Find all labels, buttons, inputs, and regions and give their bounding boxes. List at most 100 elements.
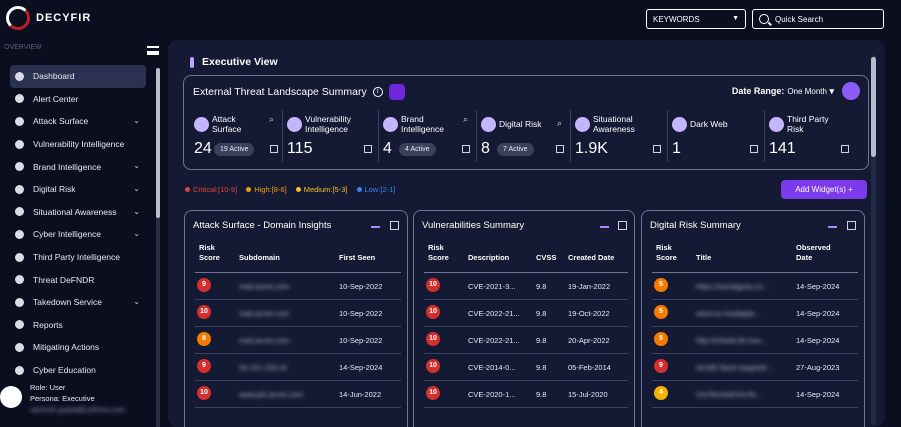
external-link-icon[interactable] <box>653 145 661 153</box>
sidebar-nav: Dashboard Alert Center Attack Surface ⌄ V… <box>10 65 146 381</box>
metric-value: 1.9K <box>575 140 608 157</box>
metric-value: 4 <box>383 140 392 157</box>
external-link-icon[interactable] <box>462 145 470 153</box>
metrics-row: Attack Surface ⌕ 24 19 Active Vulnerabili… <box>190 110 866 166</box>
metric-vulnerability-intelligence[interactable]: Vulnerability Intelligence 115 <box>283 110 379 162</box>
metric-label: Vulnerability Intelligence <box>305 114 351 134</box>
sidebar-item-cyber-intelligence[interactable]: Cyber Intelligence ⌄ <box>10 223 146 246</box>
table-row[interactable]: 5 https://socialgrep.co... 14-Sep-2024 <box>652 273 858 300</box>
minimize-icon[interactable] <box>371 226 380 228</box>
metric-third-party-risk[interactable]: Third Party Risk 141 <box>765 110 855 162</box>
sidebar-item-third-party-intelligence[interactable]: Third Party Intelligence <box>10 246 146 269</box>
caret-down-icon: ▼ <box>732 15 739 22</box>
chevron-down-icon: ⌄ <box>133 183 140 193</box>
external-link-icon[interactable] <box>556 145 564 153</box>
sidebar-item-label: Vulnerability Intelligence <box>33 139 125 150</box>
sidebar-item-mitigating-actions[interactable]: Mitigating Actions <box>10 336 146 359</box>
metric-attack-surface[interactable]: Attack Surface ⌕ 24 19 Active <box>190 110 283 162</box>
table-row[interactable]: 9 54.151.153.24 14-Sep-2024 <box>195 354 401 381</box>
sidebar-item-digital-risk[interactable]: Digital Risk ⌄ <box>10 178 146 201</box>
globe-icon <box>15 116 24 126</box>
active-badge: 7 Active <box>497 143 534 156</box>
table-row[interactable]: 10 CVE-2021-3... 9.8 19-Jan-2022 <box>424 273 628 300</box>
date-range[interactable]: Date Range: One Month ▾ <box>732 86 834 97</box>
logo[interactable]: DECYFIR <box>6 6 91 30</box>
table-row[interactable]: 10 www.pls.acme.com 14-Jun-2022 <box>195 381 401 408</box>
risk-score-badge: 10 <box>426 386 440 400</box>
external-link-icon[interactable] <box>270 145 278 153</box>
metric-value: 8 <box>481 140 490 157</box>
zoom-icon[interactable]: ⌕ <box>557 118 562 129</box>
avatar[interactable] <box>0 386 22 408</box>
user-profile[interactable]: Role: User Persona: Executive santosh.gu… <box>0 378 160 423</box>
info-icon[interactable]: i <box>372 87 383 97</box>
keywords-dropdown[interactable]: KEYWORDS ▼ <box>646 9 746 29</box>
sidebar-item-vulnerability-intelligence[interactable]: Vulnerability Intelligence <box>10 133 146 156</box>
document-icon[interactable] <box>388 84 405 100</box>
minimize-icon[interactable] <box>600 226 609 228</box>
table-row[interactable]: 10 CVE-2022-21... 9.8 20-Apr-2022 <box>424 327 628 354</box>
sidebar-item-situational-awareness[interactable]: Situational Awareness ⌄ <box>10 201 146 224</box>
legend-low: Low:[2-1] <box>356 185 395 194</box>
table-row[interactable]: 10 CVE-2020-1... 9.8 15-Jul-2020 <box>424 381 628 408</box>
target-icon <box>15 275 24 285</box>
table-row[interactable]: 9 ACME Bank targeted ... 27-Aug-2023 <box>652 354 858 381</box>
external-link-icon[interactable] <box>364 145 372 153</box>
report-icon <box>15 320 24 330</box>
external-link-icon[interactable] <box>847 221 856 230</box>
calendar-icon[interactable] <box>842 82 860 100</box>
legend-dot <box>295 187 301 192</box>
chevron-down-icon: ⌄ <box>133 229 140 239</box>
minimize-icon[interactable] <box>828 226 837 228</box>
metric-brand-intelligence[interactable]: Brand Intelligence ⌕ 4 4 Active <box>379 110 477 162</box>
sidebar-scrollbar[interactable] <box>156 68 160 427</box>
attack-surface-icon <box>194 117 209 132</box>
main-scrollbar[interactable] <box>871 55 876 425</box>
digital-risk-icon <box>15 184 24 194</box>
table-row[interactable]: 10 mail.acme.com 10-Sep-2022 <box>195 300 401 327</box>
risk-score-badge: 9 <box>197 278 211 292</box>
table-row[interactable]: 8 mail.acme.com 10-Sep-2022 <box>195 327 401 354</box>
external-link-icon[interactable] <box>841 145 849 153</box>
logo-icon <box>6 6 30 30</box>
external-link-icon[interactable] <box>750 145 758 153</box>
awareness-icon <box>15 207 24 217</box>
situational-awareness-icon <box>575 117 590 132</box>
metric-dark-web[interactable]: Dark Web 1 <box>668 110 765 162</box>
hamburger-menu-icon[interactable] <box>147 46 159 55</box>
zoom-icon[interactable]: ⌕ <box>269 114 274 125</box>
legend-dot <box>185 187 190 192</box>
sidebar-item-label: Cyber Education <box>33 365 96 376</box>
main-scrollbar-thumb[interactable] <box>871 57 876 157</box>
user-email: santosh.gupta@cyfirma.com <box>30 405 126 414</box>
table-row[interactable]: 5 http://infweb.lfo.hoo... 14-Sep-2024 <box>652 327 858 354</box>
landscape-title: External Threat Landscape Summary i <box>193 84 405 100</box>
sidebar-scrollbar-thumb[interactable] <box>156 68 160 218</box>
add-widget-button[interactable]: Add Widget(s) + <box>781 180 867 199</box>
external-link-icon[interactable] <box>390 221 399 230</box>
sidebar-item-threat-defndr[interactable]: Threat DeFNDR <box>10 268 146 291</box>
caret-down-icon: ▾ <box>829 86 834 96</box>
table-row[interactable]: 5 www.ss-mediapla... 14-Sep-2024 <box>652 300 858 327</box>
metric-digital-risk[interactable]: Digital Risk ⌕ 8 7 Active <box>477 110 571 162</box>
header-observed-date: Observed Date <box>796 243 831 262</box>
external-link-icon[interactable] <box>618 221 627 230</box>
metric-label: Dark Web <box>690 119 728 129</box>
metric-situational-awareness[interactable]: Situational Awareness 1.9K <box>571 110 668 162</box>
header-created-date: Created Date <box>568 253 615 262</box>
table-row[interactable]: 9 mail.acme.com 10-Sep-2022 <box>195 273 401 300</box>
sidebar-item-reports[interactable]: Reports <box>10 314 146 337</box>
sidebar-item-attack-surface[interactable]: Attack Surface ⌄ <box>10 110 146 133</box>
header-risk-score: Risk Score <box>656 243 677 262</box>
table-row[interactable]: 10 CVE-2022-21... 9.8 19-Oct-2022 <box>424 300 628 327</box>
table-row[interactable]: 4 VirsTeched/VirsTe... 14-Sep-2024 <box>652 381 858 408</box>
quick-search-input[interactable]: Quick Search <box>752 9 884 29</box>
sidebar-item-alert-center[interactable]: Alert Center <box>10 88 146 111</box>
sidebar-item-takedown-service[interactable]: Takedown Service ⌄ <box>10 291 146 314</box>
table-row[interactable]: 10 CVE-2014-0... 9.8 05-Feb-2014 <box>424 354 628 381</box>
sidebar-item-dashboard[interactable]: Dashboard <box>10 65 146 88</box>
sidebar-item-label: Alert Center <box>33 93 79 104</box>
zoom-icon[interactable]: ⌕ <box>463 114 468 125</box>
sidebar-item-brand-intelligence[interactable]: Brand Intelligence ⌄ <box>10 155 146 178</box>
landscape-title-text: External Threat Landscape Summary <box>193 86 367 98</box>
